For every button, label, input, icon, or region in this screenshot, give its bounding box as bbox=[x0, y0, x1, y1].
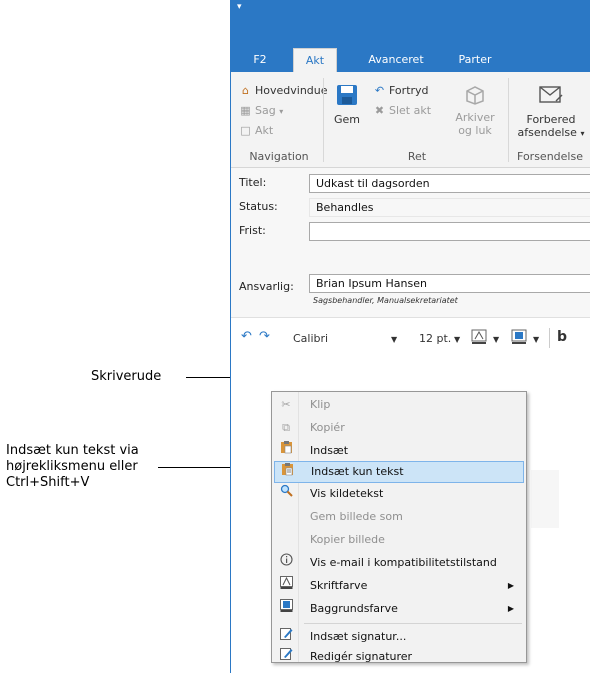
tab-f2[interactable]: F2 bbox=[245, 48, 275, 72]
save-icon bbox=[337, 85, 357, 105]
font-color-icon[interactable] bbox=[471, 329, 487, 348]
menu-item-indsaet-signatur[interactable]: Indsæt signatur... bbox=[274, 626, 524, 648]
menu-separator bbox=[304, 623, 522, 624]
hovedvindue-button[interactable]: ⌂ Hovedvindue bbox=[239, 84, 328, 97]
paste-text-annotation-line3: Ctrl+Shift+V bbox=[6, 475, 90, 490]
group-label-navigation: Navigation bbox=[249, 150, 309, 163]
status-field[interactable]: Behandles bbox=[309, 198, 590, 217]
quick-access-dropdown-icon[interactable]: ▾ bbox=[237, 2, 242, 12]
deadline-label: Frist: bbox=[239, 224, 266, 237]
menu-item-indsaet[interactable]: Indsæt bbox=[274, 440, 524, 462]
ribbon-separator bbox=[323, 78, 324, 162]
editor-content-block bbox=[531, 470, 559, 528]
title-label: Titel: bbox=[239, 176, 267, 189]
responsible-field[interactable]: Brian Ipsum Hansen bbox=[309, 274, 590, 293]
undo-icon: ↶ bbox=[374, 84, 385, 97]
submenu-arrow-icon: ▶ bbox=[507, 604, 514, 613]
chevron-down-icon[interactable]: ▼ bbox=[454, 335, 460, 344]
ribbon-tabs: F2 Akt Avanceret Parter bbox=[231, 48, 590, 72]
tab-akt[interactable]: Akt bbox=[293, 48, 337, 72]
paste-text-annotation-line2: højrekliksmenu eller bbox=[6, 459, 138, 474]
title-field[interactable]: Udkast til dagsorden bbox=[309, 174, 590, 193]
menu-item-vis-kildetekst[interactable]: Vis kildetekst bbox=[274, 483, 524, 505]
submenu-arrow-icon: ▶ bbox=[507, 581, 514, 590]
chevron-down-icon[interactable]: ▼ bbox=[533, 335, 539, 344]
slet-akt-button[interactable]: ✖ Slet akt bbox=[373, 104, 431, 117]
background-color-icon bbox=[277, 598, 295, 620]
responsible-label: Ansvarlig: bbox=[239, 280, 294, 293]
document-icon: □ bbox=[240, 124, 251, 137]
archive-icon bbox=[466, 86, 484, 105]
chevron-down-icon: ▾ bbox=[580, 129, 585, 138]
ribbon: ⌂ Hovedvindue ▦ Sag ▾ □ Akt Navigation Gem … bbox=[231, 72, 590, 168]
redo-icon[interactable]: ↷ bbox=[259, 329, 270, 344]
paste-icon bbox=[277, 440, 295, 462]
akt-button[interactable]: □ Akt bbox=[239, 124, 273, 137]
copy-icon: ⧉ bbox=[282, 421, 290, 434]
menu-item-baggrundsfarve[interactable]: Baggrundsfarve ▶ bbox=[274, 598, 524, 620]
tab-avanceret[interactable]: Avanceret bbox=[357, 48, 435, 72]
title-bar: ▾ bbox=[231, 0, 590, 48]
undo-icon[interactable]: ↶ bbox=[241, 329, 252, 344]
forbered-afsendelse-button[interactable]: Forbered afsendelse ▾ bbox=[513, 84, 589, 139]
menu-item-skriftfarve[interactable]: Skriftfarve ▶ bbox=[274, 575, 524, 597]
edit-signature-icon bbox=[277, 646, 295, 668]
chevron-down-icon[interactable]: ▼ bbox=[391, 335, 397, 344]
fortryd-button[interactable]: ↶ Fortryd bbox=[373, 84, 429, 97]
metadata-form: Titel: Udkast til dagsorden Status: Beha… bbox=[231, 168, 590, 318]
signature-icon bbox=[277, 626, 295, 648]
magnifier-icon bbox=[277, 483, 295, 505]
menu-item-klip[interactable]: ✂ Klip bbox=[274, 394, 524, 416]
context-menu: ✂ Klip ⧉ Kopiér Indsæt Indsæt kun tekst … bbox=[271, 391, 527, 663]
paste-text-annotation-line1: Indsæt kun tekst via bbox=[6, 443, 139, 458]
deadline-field[interactable] bbox=[309, 222, 590, 241]
home-icon: ⌂ bbox=[242, 84, 249, 97]
group-label-forsendelse: Forsendelse bbox=[517, 150, 583, 163]
format-toolbar: ↶ ↷ Calibri ▼ 12 pt. ▼ ▼ ▼ b bbox=[231, 326, 590, 352]
font-name-select[interactable]: Calibri bbox=[293, 332, 328, 345]
menu-item-kompatibilitetstilstand[interactable]: Vis e-mail i kompatibilitetstilstand bbox=[274, 552, 524, 574]
gem-button[interactable]: Gem bbox=[329, 84, 365, 126]
menu-item-gem-billede-som[interactable]: Gem billede som bbox=[274, 506, 524, 528]
scissors-icon: ✂ bbox=[281, 398, 291, 411]
responsible-subtitle: Sagsbehandler, Manualsekretariatet bbox=[313, 296, 458, 305]
chevron-down-icon[interactable]: ▼ bbox=[493, 335, 499, 344]
case-icon: ▦ bbox=[240, 104, 251, 117]
tab-parter[interactable]: Parter bbox=[447, 48, 503, 72]
bold-button[interactable]: b bbox=[557, 329, 567, 345]
background-color-icon[interactable] bbox=[511, 329, 527, 348]
font-size-select[interactable]: 12 pt. bbox=[419, 332, 451, 345]
menu-item-rediger-signaturer[interactable]: Redigér signaturer bbox=[274, 646, 524, 668]
sag-button[interactable]: ▦ Sag ▾ bbox=[239, 104, 283, 117]
toolbar-separator bbox=[549, 328, 550, 348]
ribbon-separator bbox=[508, 78, 509, 162]
editor-annotation: Skriverude bbox=[91, 369, 162, 384]
arkiver-og-luk-button[interactable]: Arkiver og luk bbox=[455, 82, 495, 137]
info-icon bbox=[277, 552, 295, 574]
menu-item-kopier[interactable]: ⧉ Kopiér bbox=[274, 417, 524, 439]
font-color-icon bbox=[277, 575, 295, 597]
status-label: Status: bbox=[239, 200, 278, 213]
paste-text-icon bbox=[278, 462, 296, 483]
menu-item-indsaet-kun-tekst[interactable]: Indsæt kun tekst bbox=[274, 461, 524, 483]
menu-item-kopier-billede[interactable]: Kopier billede bbox=[274, 529, 524, 551]
delete-icon: ✖ bbox=[374, 104, 385, 117]
group-label-ret: Ret bbox=[407, 150, 427, 163]
envelope-icon bbox=[539, 86, 563, 103]
chevron-down-icon: ▾ bbox=[279, 107, 284, 116]
